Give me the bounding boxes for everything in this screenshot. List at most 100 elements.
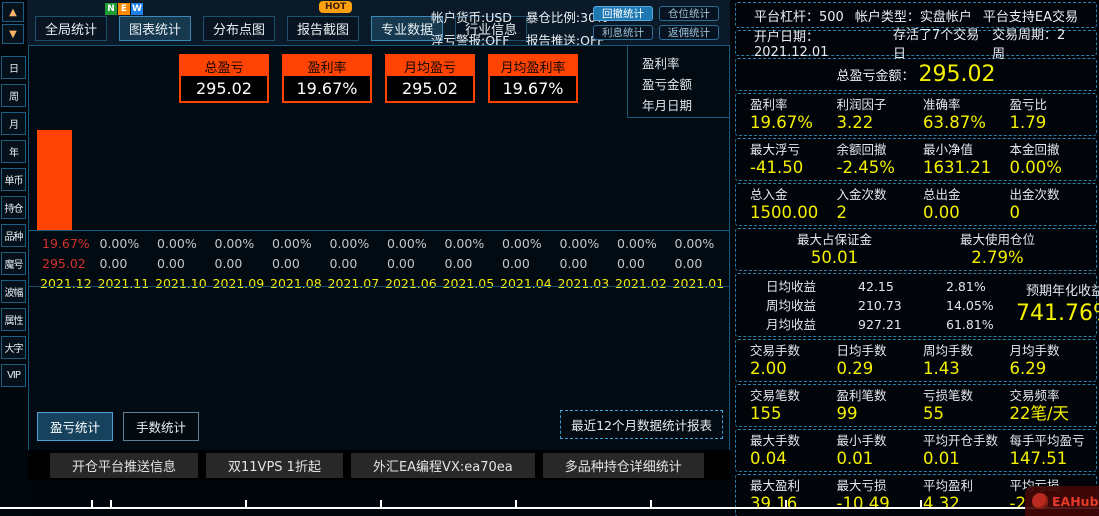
legend-label: 盈亏金额 [642,77,693,92]
stat-cell: 准确率 63.87% [923,96,1010,132]
stat-box-title: 盈利率 [284,56,370,76]
stat-cell: 本金回撤 0.00% [1010,141,1097,177]
income-row-pct: 2.81% [946,278,986,294]
hot-badge: HOT [319,1,353,13]
account-currency-label: 帐户货币:USD [431,10,512,25]
monthly-bar-chart: 19.67% 295.02 2021.12 0.00% 0.00 2021.11 [35,128,725,293]
stat-value: 6.29 [1009,359,1047,378]
stat-cell: 日均手数 0.29 [837,342,924,378]
chart-column: 19.67% 295.02 2021.12 [35,128,93,293]
sidebar-tab[interactable]: 属性 [1,308,26,331]
sidebar-tab[interactable]: 月 [1,112,26,135]
total-profit-section: 总盈亏金额： 295.02 [735,58,1097,91]
column-profit-amount: 0.00 [617,256,645,271]
annual-return-block: 预期年化收益 741.76% [1016,283,1099,327]
sidebar-tab[interactable]: VIP [1,364,26,387]
stat-mini-button[interactable]: 仓位统计 [659,6,719,21]
nav-tab-button[interactable]: 分布点图 [203,16,276,41]
sidebar-tab[interactable]: 持仓 [1,196,26,219]
sidebar-tab[interactable]: 大字 [1,336,26,359]
sidebar-tab[interactable]: 日 [1,56,26,79]
income-row-pct: 61.81% [946,316,994,332]
stat-label: 入金次数 [836,187,887,202]
stat-value: 2.00 [750,359,787,378]
stat-label: 交易笔数 [750,388,801,403]
column-profit-amount: 0.00 [444,256,473,271]
scroll-down-button[interactable]: ▼ [2,24,24,44]
chart-column: 0.00% 0.00 2021.09 [208,128,266,293]
chart-rows-separator [29,286,729,287]
scroll-up-button[interactable]: ▲ [2,2,24,22]
column-month-label: 2021.06 [385,276,437,291]
stat-mini-button[interactable]: 返佣统计 [659,25,719,40]
bar-slot [610,128,668,230]
column-profit-amount: 0.00 [99,256,128,271]
stat-box-value: 19.67% [296,79,358,98]
total-profit-label: 总盈亏金额： [836,69,915,84]
account-date-item: 开户日期：2021.12.01 [754,30,829,60]
eahub-logo-text: EAHub [1052,493,1099,509]
sidebar-tab[interactable]: 单币 [1,168,26,191]
stat-mini-button[interactable]: 利息统计 [593,25,653,40]
legend-label: 年月日期 [642,98,693,113]
stat-value: 0.01 [836,449,874,468]
column-profit-amount: 295.02 [42,256,86,271]
stat-value: 19.67% [750,113,813,132]
income-row-value: 927.21 [858,316,902,332]
column-month-label: 2021.11 [97,276,150,291]
nav-tab-button[interactable]: 全局统计 [35,16,108,41]
stat-cell: 每手平均盈亏 147.51 [1010,432,1097,468]
stat-cell: 月均手数 6.29 [1010,342,1097,378]
stat-label: 出金次数 [1009,187,1060,202]
stat-button-grid: 回撤统计 仓位统计 利息统计 返佣统计 [593,6,719,40]
column-profit-amount: 0.00 [272,256,300,271]
nav-tab-button[interactable]: 报告截图 [287,16,360,41]
sidebar-tab[interactable]: 波幅 [1,280,26,303]
column-profit-rate: 0.00% [444,236,485,251]
new-badge-letter: N [105,3,117,15]
sidebar-tab[interactable]: 周 [1,84,26,107]
total-profit-value: 295.02 [918,62,996,87]
bottom-ad-button[interactable]: 多品种持仓详细统计 [542,452,704,478]
stat-value: 2.79% [971,248,1024,267]
income-row-value: 210.73 [858,297,902,313]
stat-label: 盈利率 [750,97,788,112]
column-month-label: 2021.04 [500,276,552,291]
income-row-value: 42.15 [858,278,894,294]
sidebar-tab[interactable]: 年 [1,140,26,163]
sidebar-tab[interactable]: 魔号 [1,252,26,275]
column-month-label: 2021.03 [557,276,610,291]
stat-cell: 交易频率 22笔/天 [1010,387,1097,423]
nav-tab-button[interactable]: 图表统计 [119,16,192,41]
chart-footer-tab[interactable]: 手数统计 [123,412,200,441]
column-profit-amount: 0.00 [502,256,530,271]
summary-stat-box: 总盈亏 295.02 [179,54,269,103]
stat-mini-button[interactable]: 回撤统计 [593,6,653,21]
stat-cell: 余额回撤 -2.45% [837,141,924,177]
avg-income-table: 日均收益 42.15 2.81% 周均收益 210.73 14.05% 月均收益… [766,278,1016,333]
stat-value: 1.43 [923,359,960,378]
profit-stats-grid: 盈利率 19.67% 利润因子 3.22 准确率 63.87% 盈亏比 1.79 [735,93,1097,136]
bottom-ad-button[interactable]: 开仓平台推送信息 [50,452,199,478]
bottom-ad-button[interactable]: 双11VPS 1折起 [206,452,343,478]
stat-cell: 利润因子 3.22 [837,96,924,132]
lots-stats-grid: 交易手数 2.00 日均手数 0.29 周均手数 1.43 月均手数 6.29 [735,339,1097,382]
stat-label: 平均开仓手数 [923,433,999,448]
bar-slot [208,128,266,230]
summary-stat-boxes: 总盈亏 295.02 盈利率 19.67% 月均盈亏 295.02 月均盈利率 … [179,54,578,103]
column-profit-rate: 0.00% [272,236,312,251]
stat-cell: 最大浮亏 -41.50 [750,141,837,177]
sidebar-tab[interactable]: 品种 [1,224,26,247]
drawdown-stats-grid: 最大浮亏 -41.50 余额回撤 -2.45% 最小净值 1631.21 本金回… [735,138,1097,181]
chart-footer-tab[interactable]: 盈亏统计 [37,412,114,441]
stat-value: 0 [1009,203,1021,222]
income-row-label: 日均收益 [766,278,817,294]
chart-footer-tabs: 盈亏统计 手数统计 [37,412,200,441]
bottom-ad-button[interactable]: 外汇EA编程VX:ea70ea [350,452,535,478]
report-period-note[interactable]: 最近12个月数据统计报表 [560,410,723,439]
stat-label: 最大手数 [750,433,801,448]
chart-column: 0.00% 0.00 2021.03 [553,128,611,293]
legend-label: 盈利率 [642,56,680,71]
stat-value: 155 [750,404,782,423]
bar-slot [93,128,151,230]
